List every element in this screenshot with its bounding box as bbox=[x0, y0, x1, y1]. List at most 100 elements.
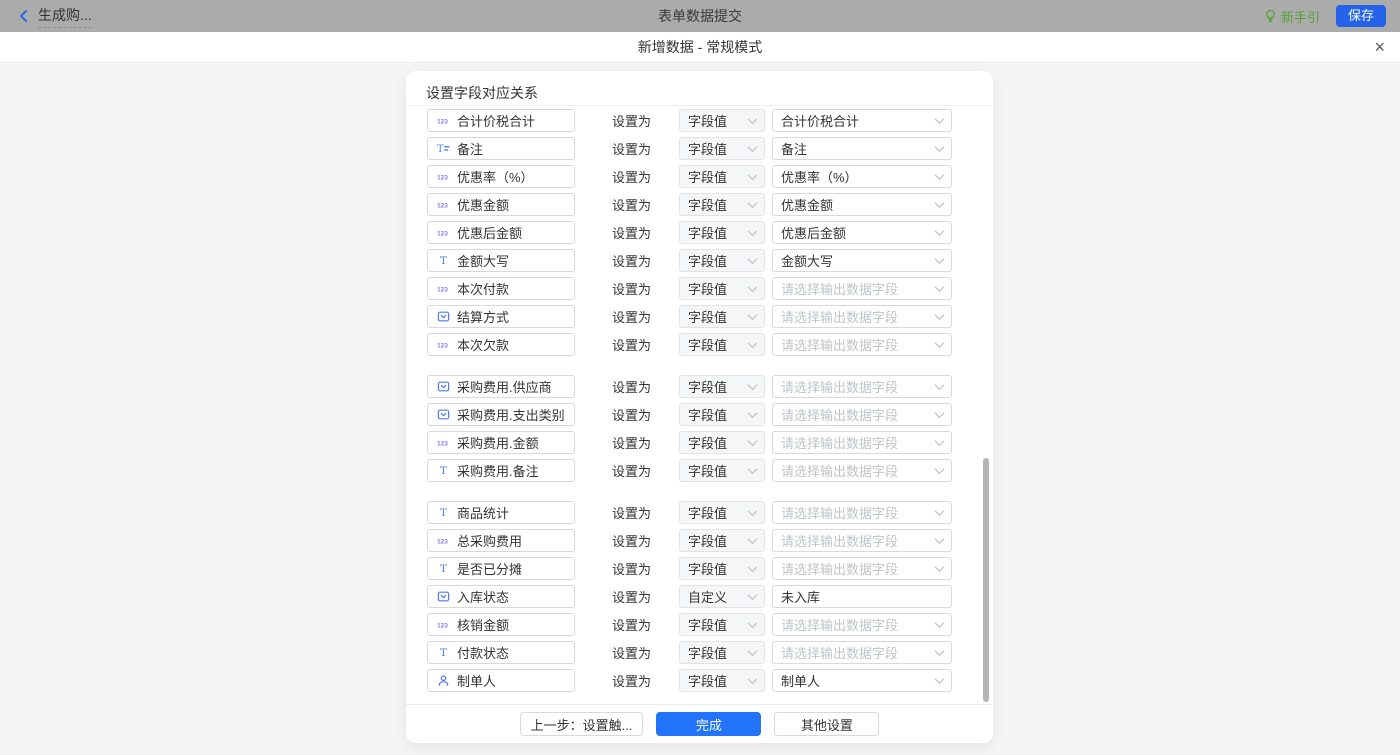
source-field[interactable]: 采购费用.供应商 bbox=[427, 375, 575, 398]
mode-select[interactable]: 字段值 bbox=[679, 641, 765, 664]
output-field-select[interactable]: 请选择输出数据字段 bbox=[772, 529, 952, 552]
mode-select-value: 字段值 bbox=[688, 335, 727, 354]
source-field[interactable]: 本次欠款 bbox=[427, 333, 575, 356]
source-field[interactable]: 优惠率（%） bbox=[427, 165, 575, 188]
mode-select[interactable]: 字段值 bbox=[679, 501, 765, 524]
back-button[interactable]: 生成购... bbox=[18, 5, 92, 28]
source-field[interactable]: 核销金额 bbox=[427, 613, 575, 636]
mode-select[interactable]: 字段值 bbox=[679, 333, 765, 356]
field-mapping-row: 制单人 设置为 字段值 制单人 bbox=[427, 669, 993, 692]
chevron-down-icon bbox=[748, 282, 758, 292]
output-field-value: 请选择输出数据字段 bbox=[781, 531, 898, 550]
chevron-down-icon bbox=[748, 310, 758, 320]
beginner-guide-link[interactable]: 新手引 bbox=[1264, 7, 1320, 26]
source-field[interactable]: 备注 bbox=[427, 137, 575, 160]
source-field-label: 本次付款 bbox=[457, 279, 509, 298]
source-field[interactable]: 采购费用.备注 bbox=[427, 459, 575, 482]
chevron-down-icon bbox=[935, 618, 945, 628]
mode-select[interactable]: 字段值 bbox=[679, 459, 765, 482]
chevron-down-icon bbox=[935, 114, 945, 124]
mode-select[interactable]: 字段值 bbox=[679, 277, 765, 300]
output-field-select[interactable]: 优惠率（%） bbox=[772, 165, 952, 188]
scrollbar-thumb[interactable] bbox=[983, 458, 989, 702]
custom-value-input[interactable]: 未入库 bbox=[772, 585, 952, 608]
chevron-down-icon bbox=[935, 338, 945, 348]
source-field[interactable]: 商品统计 bbox=[427, 501, 575, 524]
mode-select[interactable]: 字段值 bbox=[679, 375, 765, 398]
number-icon bbox=[436, 618, 451, 631]
output-field-select[interactable]: 请选择输出数据字段 bbox=[772, 375, 952, 398]
source-field-label: 采购费用.供应商 bbox=[457, 377, 552, 396]
source-field[interactable]: 入库状态 bbox=[427, 585, 575, 608]
mode-select-value: 字段值 bbox=[688, 461, 727, 480]
output-field-select[interactable]: 请选择输出数据字段 bbox=[772, 277, 952, 300]
select-icon bbox=[436, 590, 451, 603]
chevron-down-icon bbox=[935, 142, 945, 152]
output-field-select[interactable]: 制单人 bbox=[772, 669, 952, 692]
text-icon bbox=[436, 506, 451, 519]
source-field-label: 合计价税合计 bbox=[457, 111, 535, 130]
output-field-select[interactable]: 请选择输出数据字段 bbox=[772, 557, 952, 580]
output-field-select[interactable]: 金额大写 bbox=[772, 249, 952, 272]
mode-select[interactable]: 字段值 bbox=[679, 221, 765, 244]
source-field[interactable]: 付款状态 bbox=[427, 641, 575, 664]
mode-select[interactable]: 字段值 bbox=[679, 193, 765, 216]
output-field-select[interactable]: 请选择输出数据字段 bbox=[772, 403, 952, 426]
mode-select-value: 字段值 bbox=[688, 377, 727, 396]
mode-select[interactable]: 字段值 bbox=[679, 137, 765, 160]
mode-select[interactable]: 字段值 bbox=[679, 403, 765, 426]
output-field-select[interactable]: 合计价税合计 bbox=[772, 109, 952, 132]
source-field-label: 制单人 bbox=[457, 671, 496, 690]
chevron-down-icon bbox=[748, 590, 758, 600]
previous-step-button[interactable]: 上一步：设置触... bbox=[520, 712, 644, 736]
output-field-select[interactable]: 请选择输出数据字段 bbox=[772, 431, 952, 454]
output-field-select[interactable]: 请选择输出数据字段 bbox=[772, 641, 952, 664]
mode-select[interactable]: 字段值 bbox=[679, 109, 765, 132]
mode-select[interactable]: 自定义 bbox=[679, 585, 765, 608]
save-button[interactable]: 保存 bbox=[1336, 5, 1386, 27]
text-icon bbox=[436, 562, 451, 575]
mode-select[interactable]: 字段值 bbox=[679, 249, 765, 272]
output-field-select[interactable]: 请选择输出数据字段 bbox=[772, 459, 952, 482]
mode-select[interactable]: 字段值 bbox=[679, 669, 765, 692]
output-field-value: 请选择输出数据字段 bbox=[781, 615, 898, 634]
mode-select[interactable]: 字段值 bbox=[679, 613, 765, 636]
done-button[interactable]: 完成 bbox=[656, 712, 761, 736]
chevron-down-icon bbox=[935, 198, 945, 208]
source-field[interactable]: 总采购费用 bbox=[427, 529, 575, 552]
output-field-select[interactable]: 优惠金额 bbox=[772, 193, 952, 216]
mode-select[interactable]: 字段值 bbox=[679, 305, 765, 328]
app-screen: 生成购... 表单数据提交 新手引 保存 新增数据 - 常规模式 × 设置字段对… bbox=[0, 0, 1400, 755]
source-field[interactable]: 是否已分摊 bbox=[427, 557, 575, 580]
mode-select[interactable]: 字段值 bbox=[679, 529, 765, 552]
source-field[interactable]: 结算方式 bbox=[427, 305, 575, 328]
source-field[interactable]: 本次付款 bbox=[427, 277, 575, 300]
close-icon[interactable]: × bbox=[1374, 37, 1385, 57]
source-field[interactable]: 优惠金额 bbox=[427, 193, 575, 216]
source-field-label: 付款状态 bbox=[457, 643, 509, 662]
output-field-select[interactable]: 请选择输出数据字段 bbox=[772, 333, 952, 356]
mode-select[interactable]: 字段值 bbox=[679, 165, 765, 188]
source-field[interactable]: 采购费用.金额 bbox=[427, 431, 575, 454]
output-field-select[interactable]: 请选择输出数据字段 bbox=[772, 305, 952, 328]
select-icon bbox=[436, 408, 451, 421]
source-field[interactable]: 金额大写 bbox=[427, 249, 575, 272]
output-field-select[interactable]: 请选择输出数据字段 bbox=[772, 501, 952, 524]
field-mapping-row: 合计价税合计 设置为 字段值 合计价税合计 bbox=[427, 109, 993, 132]
other-settings-button[interactable]: 其他设置 bbox=[774, 712, 879, 736]
modal-body: 设置字段对应关系 合计价税合计 设置为 字段值 合计价税合计 备注 设置为 字段… bbox=[0, 64, 1400, 755]
output-field-select[interactable]: 请选择输出数据字段 bbox=[772, 613, 952, 636]
chevron-down-icon bbox=[935, 310, 945, 320]
output-field-select[interactable]: 备注 bbox=[772, 137, 952, 160]
source-field[interactable]: 制单人 bbox=[427, 669, 575, 692]
source-field[interactable]: 优惠后金额 bbox=[427, 221, 575, 244]
chevron-left-icon bbox=[18, 9, 28, 23]
number-icon bbox=[436, 114, 451, 127]
field-mapping-row: 备注 设置为 字段值 备注 bbox=[427, 137, 993, 160]
source-field[interactable]: 采购费用.支出类别 bbox=[427, 403, 575, 426]
output-field-select[interactable]: 优惠后金额 bbox=[772, 221, 952, 244]
mode-select[interactable]: 字段值 bbox=[679, 431, 765, 454]
chevron-down-icon bbox=[935, 534, 945, 544]
source-field[interactable]: 合计价税合计 bbox=[427, 109, 575, 132]
mode-select[interactable]: 字段值 bbox=[679, 557, 765, 580]
